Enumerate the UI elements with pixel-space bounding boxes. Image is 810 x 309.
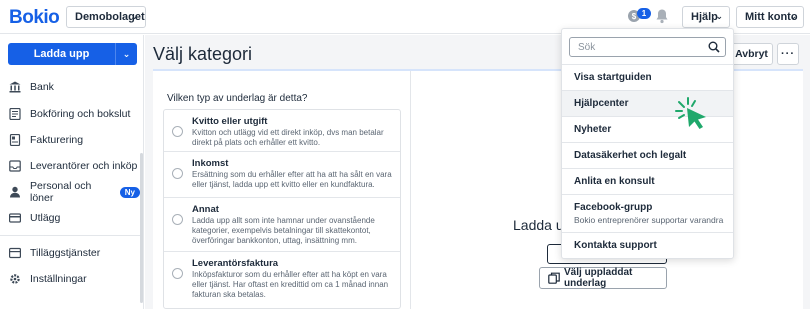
addon-icon bbox=[9, 247, 21, 259]
help-label: Hjälp bbox=[691, 11, 718, 23]
page-title: Välj kategori bbox=[153, 44, 253, 64]
menu-item-support[interactable]: Kontakta support bbox=[562, 232, 733, 258]
menu-item-label: Hjälpcenter bbox=[574, 98, 629, 109]
sidebar-item-label: Inställningar bbox=[30, 273, 87, 285]
upload-button[interactable]: Ladda upp ⌄ bbox=[8, 43, 137, 65]
gear-icon bbox=[10, 274, 20, 284]
sidebar-item-label: Tilläggstjänster bbox=[30, 247, 101, 259]
chevron-down-icon: ⌄ bbox=[789, 11, 797, 21]
sidebar-item-label: Bank bbox=[30, 81, 54, 93]
radio-button[interactable] bbox=[172, 214, 183, 225]
help-search-input[interactable]: Sök bbox=[569, 37, 726, 57]
bokio-logo[interactable]: Bokio bbox=[9, 7, 60, 29]
ledger-icon bbox=[9, 108, 21, 120]
sidebar-scrollbar[interactable] bbox=[140, 153, 143, 303]
option-inkomst[interactable]: Inkomst Ersättning som du erhåller efter… bbox=[164, 152, 400, 198]
radio-button[interactable] bbox=[172, 268, 183, 279]
search-placeholder: Sök bbox=[578, 41, 596, 53]
help-menu-button[interactable]: Hjälp ⌄ bbox=[682, 6, 730, 28]
inbox-icon bbox=[9, 160, 21, 172]
option-title: Annat bbox=[192, 204, 219, 215]
sidebar-item-bokforing[interactable]: Bokföring och bokslut bbox=[0, 103, 140, 125]
sidebar-item-label: Utlägg bbox=[30, 212, 61, 224]
menu-item-label: Nyheter bbox=[574, 124, 612, 135]
menu-item-konsult[interactable]: Anlita en konsult bbox=[562, 168, 733, 194]
sidebar-item-tillaggstjanster[interactable]: Tilläggstjänster bbox=[0, 242, 140, 264]
category-options: Kvitto eller utgift Kvitton och utlägg v… bbox=[163, 109, 401, 309]
menu-item-label: Anlita en konsult bbox=[574, 176, 655, 187]
search-icon[interactable] bbox=[708, 41, 720, 53]
menu-item-label: Facebook-grupp bbox=[574, 202, 653, 213]
sidebar-item-label: Bokföring och bokslut bbox=[30, 108, 131, 120]
copy-icon bbox=[548, 272, 560, 284]
chevron-down-icon: ⌄ bbox=[715, 11, 723, 21]
card-icon bbox=[9, 213, 21, 223]
invoice-icon bbox=[9, 134, 21, 146]
help-dropdown: Sök Visa startguiden Hjälpcenter Nyheter… bbox=[561, 28, 734, 259]
more-options-button[interactable]: ··· bbox=[777, 43, 799, 65]
sidebar-item-label: Leverantörer och inköp bbox=[30, 160, 138, 172]
pointer-cursor-icon bbox=[675, 97, 706, 129]
menu-item-startguiden[interactable]: Visa startguiden bbox=[562, 64, 733, 90]
menu-item-sublabel: Bokio entreprenörer supportar varandra bbox=[574, 215, 724, 225]
option-title: Inkomst bbox=[192, 158, 229, 169]
sidebar-item-personal[interactable]: Personal och löner Ny bbox=[0, 180, 140, 204]
choose-uploaded-label: Välj uppladdat underlag bbox=[564, 267, 633, 289]
account-menu-button[interactable]: Mitt konto ⌄ bbox=[736, 6, 804, 28]
radio-button[interactable] bbox=[172, 168, 183, 179]
option-kvitto[interactable]: Kvitto eller utgift Kvitton och utlägg v… bbox=[164, 110, 400, 152]
sidebar-item-bank[interactable]: Bank bbox=[0, 76, 140, 98]
bank-icon bbox=[9, 81, 21, 93]
category-selection: Vilken typ av underlag är detta? Kvitto … bbox=[153, 71, 411, 309]
option-description: Inköpsfakturor som du erhåller efter att… bbox=[192, 270, 389, 300]
cancel-button[interactable]: Avbryt bbox=[730, 43, 773, 65]
option-description: Ersättning som du erhåller efter att ha … bbox=[192, 170, 392, 190]
menu-item-datasakerhet[interactable]: Datasäkerhet och legalt bbox=[562, 142, 733, 168]
chevron-down-icon: ⌄ bbox=[130, 11, 138, 21]
sidebar-item-leverantorer[interactable]: Leverantörer och inköp bbox=[0, 155, 140, 177]
sidebar: Ladda upp ⌄ Bank Bokföring och bokslut F… bbox=[0, 35, 144, 309]
choose-uploaded-button[interactable]: Välj uppladdat underlag bbox=[539, 267, 667, 289]
option-title: Kvitto eller utgift bbox=[192, 116, 268, 127]
notification-badge: 1 bbox=[637, 8, 651, 19]
menu-item-facebook[interactable]: Facebook-grupp Bokio entreprenörer suppo… bbox=[562, 194, 733, 232]
company-selector[interactable]: Demobolaget ⌄ bbox=[66, 6, 146, 28]
option-title: Leverantörsfaktura bbox=[192, 258, 279, 269]
bell-icon[interactable] bbox=[655, 8, 669, 24]
person-icon bbox=[10, 186, 20, 198]
option-description: Kvitton och utlägg vid ett direkt inköp,… bbox=[192, 128, 384, 148]
upload-label: Ladda upp bbox=[33, 48, 90, 60]
menu-item-label: Datasäkerhet och legalt bbox=[574, 150, 687, 161]
sidebar-item-label: Fakturering bbox=[30, 134, 84, 146]
sidebar-item-installningar[interactable]: Inställningar bbox=[0, 268, 140, 290]
option-annat[interactable]: Annat Ladda upp allt som inte hamnar und… bbox=[164, 198, 400, 252]
option-leverantorsfaktura[interactable]: Leverantörsfaktura Inköpsfakturor som du… bbox=[164, 252, 400, 308]
menu-item-label: Visa startguiden bbox=[574, 72, 652, 83]
new-badge: Ny bbox=[119, 186, 140, 198]
sidebar-divider bbox=[0, 235, 140, 236]
option-description: Ladda upp allt som inte hamnar under ova… bbox=[192, 216, 375, 246]
category-question: Vilken typ av underlag är detta? bbox=[167, 93, 308, 104]
radio-button[interactable] bbox=[172, 126, 183, 137]
sidebar-item-label: Personal och löner bbox=[30, 180, 92, 204]
menu-item-label: Kontakta support bbox=[574, 240, 657, 251]
sidebar-item-fakturering[interactable]: Fakturering bbox=[0, 129, 140, 151]
chevron-down-icon[interactable]: ⌄ bbox=[116, 43, 137, 65]
sidebar-item-utlagg[interactable]: Utlägg bbox=[0, 207, 140, 229]
